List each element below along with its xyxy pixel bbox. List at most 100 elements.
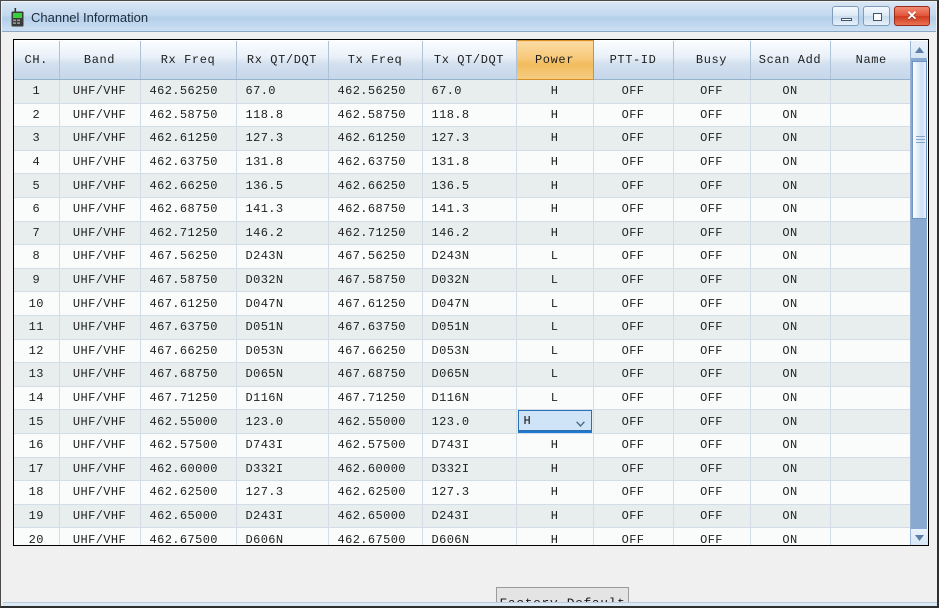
power-cell[interactable]: L — [516, 362, 594, 387]
power-cell[interactable]: L — [516, 339, 594, 364]
ptt-id-cell[interactable]: OFF — [593, 268, 674, 293]
scroll-up-button[interactable] — [911, 41, 928, 58]
scan-add-cell[interactable]: ON — [750, 457, 831, 482]
power-cell[interactable]: L — [516, 315, 594, 340]
band-cell[interactable]: UHF/VHF — [59, 79, 141, 104]
tx-qt-dqt-cell[interactable]: 67.0 — [422, 79, 517, 104]
table-row[interactable]: 15UHF/VHF462.55000123.0462.55000123.0HHM… — [14, 409, 912, 434]
busy-cell[interactable]: OFF — [673, 480, 751, 505]
rx-freq-cell[interactable]: 467.56250 — [140, 244, 237, 269]
table-row[interactable]: 8 UHF/VHF 467.56250 D243N 467.56250 D243N L OFF… — [14, 244, 912, 269]
tx-freq-cell[interactable]: 462.61250 — [328, 126, 423, 151]
scan-add-cell[interactable]: ON — [750, 409, 831, 434]
ptt-id-cell[interactable]: OFF — [593, 480, 674, 505]
channel-cell[interactable]: 5 — [14, 173, 60, 198]
table-row[interactable]: 19 UHF/VHF 462.65000 D243I 462.65000 D243I H OF… — [14, 504, 912, 529]
name-cell[interactable] — [830, 103, 912, 128]
table-row[interactable]: 17 UHF/VHF 462.60000 D332I 462.60000 D332I H OF… — [14, 457, 912, 482]
channel-cell[interactable]: 17 — [14, 457, 60, 482]
rx-qt-dqt-cell[interactable]: 67.0 — [236, 79, 329, 104]
ptt-id-cell[interactable]: OFF — [593, 221, 674, 246]
tx-freq-cell[interactable]: 462.65000 — [328, 504, 423, 529]
power-cell[interactable]: H — [516, 173, 594, 198]
column-header-ch[interactable]: CH. — [14, 40, 60, 80]
tx-qt-dqt-cell[interactable]: D051N — [422, 315, 517, 340]
tx-qt-dqt-cell[interactable]: 127.3 — [422, 480, 517, 505]
tx-freq-cell[interactable]: 467.66250 — [328, 339, 423, 364]
power-cell[interactable]: H — [516, 197, 594, 222]
ptt-id-cell[interactable]: OFF — [593, 504, 674, 529]
band-cell[interactable]: UHF/VHF — [59, 268, 141, 293]
channel-cell[interactable]: 9 — [14, 268, 60, 293]
table-row[interactable]: 9 UHF/VHF 467.58750 D032N 467.58750 D032N L OFF… — [14, 268, 912, 293]
name-cell[interactable] — [830, 527, 912, 545]
tx-qt-dqt-cell[interactable]: 123.0 — [422, 409, 517, 434]
rx-freq-cell[interactable]: 462.63750 — [140, 150, 237, 175]
band-cell[interactable]: UHF/VHF — [59, 150, 141, 175]
column-header-rx-qt-dqt[interactable]: Rx QT/DQT — [236, 40, 329, 80]
tx-freq-cell[interactable]: 462.57500 — [328, 433, 423, 458]
tx-freq-cell[interactable]: 462.68750 — [328, 197, 423, 222]
name-cell[interactable] — [830, 457, 912, 482]
table-row[interactable]: 5 UHF/VHF 462.66250 136.5 462.66250 136.5 H OFF… — [14, 173, 912, 198]
name-cell[interactable] — [830, 504, 912, 529]
band-cell[interactable]: UHF/VHF — [59, 197, 141, 222]
busy-cell[interactable]: OFF — [673, 527, 751, 545]
tx-freq-cell[interactable]: 462.66250 — [328, 173, 423, 198]
column-header-name[interactable]: Name — [830, 40, 912, 80]
scan-add-cell[interactable]: ON — [750, 504, 831, 529]
busy-cell[interactable]: OFF — [673, 362, 751, 387]
busy-cell[interactable]: OFF — [673, 457, 751, 482]
scan-add-cell[interactable]: ON — [750, 527, 831, 545]
name-cell[interactable] — [830, 173, 912, 198]
busy-cell[interactable]: OFF — [673, 79, 751, 104]
power-cell[interactable]: H — [516, 103, 594, 128]
band-cell[interactable]: UHF/VHF — [59, 527, 141, 545]
name-cell[interactable] — [830, 221, 912, 246]
busy-cell[interactable]: OFF — [673, 103, 751, 128]
ptt-id-cell[interactable]: OFF — [593, 527, 674, 545]
table-row[interactable]: 16 UHF/VHF 462.57500 D743I 462.57500 D743I H OF… — [14, 433, 912, 458]
band-cell[interactable]: UHF/VHF — [59, 315, 141, 340]
column-header-ptt-id[interactable]: PTT-ID — [593, 40, 674, 80]
maximize-button[interactable] — [863, 6, 890, 26]
table-row[interactable]: 2 UHF/VHF 462.58750 118.8 462.58750 118.8 H OFF… — [14, 103, 912, 128]
column-header-tx-qt-dqt[interactable]: Tx QT/DQT — [422, 40, 517, 80]
power-cell[interactable]: L — [516, 291, 594, 316]
rx-freq-cell[interactable]: 462.71250 — [140, 221, 237, 246]
busy-cell[interactable]: OFF — [673, 291, 751, 316]
name-cell[interactable] — [830, 315, 912, 340]
power-cell[interactable]: L — [516, 268, 594, 293]
channel-cell[interactable]: 1 — [14, 79, 60, 104]
tx-freq-cell[interactable]: 467.56250 — [328, 244, 423, 269]
minimize-button[interactable] — [832, 6, 859, 26]
column-header-busy[interactable]: Busy — [673, 40, 751, 80]
tx-qt-dqt-cell[interactable]: D332I — [422, 457, 517, 482]
band-cell[interactable]: UHF/VHF — [59, 291, 141, 316]
tx-freq-cell[interactable]: 467.61250 — [328, 291, 423, 316]
column-header-band[interactable]: Band — [59, 40, 141, 80]
scan-add-cell[interactable]: ON — [750, 103, 831, 128]
busy-cell[interactable]: OFF — [673, 409, 751, 434]
tx-freq-cell[interactable]: 462.58750 — [328, 103, 423, 128]
tx-freq-cell[interactable]: 462.62500 — [328, 480, 423, 505]
rx-freq-cell[interactable]: 467.71250 — [140, 386, 237, 411]
band-cell[interactable]: UHF/VHF — [59, 480, 141, 505]
column-header-power[interactable]: Power — [515, 40, 594, 80]
power-cell[interactable]: H — [516, 504, 594, 529]
rx-qt-dqt-cell[interactable]: D032N — [236, 268, 329, 293]
name-cell[interactable] — [830, 150, 912, 175]
table-row[interactable]: 18 UHF/VHF 462.62500 127.3 462.62500 127.3 H OF… — [14, 480, 912, 505]
rx-freq-cell[interactable]: 467.58750 — [140, 268, 237, 293]
scan-add-cell[interactable]: ON — [750, 221, 831, 246]
channel-cell[interactable]: 14 — [14, 386, 60, 411]
rx-freq-cell[interactable]: 467.61250 — [140, 291, 237, 316]
ptt-id-cell[interactable]: OFF — [593, 126, 674, 151]
ptt-id-cell[interactable]: OFF — [593, 457, 674, 482]
channel-cell[interactable]: 10 — [14, 291, 60, 316]
busy-cell[interactable]: OFF — [673, 315, 751, 340]
channel-cell[interactable]: 12 — [14, 339, 60, 364]
rx-freq-cell[interactable]: 467.68750 — [140, 362, 237, 387]
scrollbar-thumb[interactable] — [912, 61, 927, 219]
rx-qt-dqt-cell[interactable]: D606N — [236, 527, 329, 545]
